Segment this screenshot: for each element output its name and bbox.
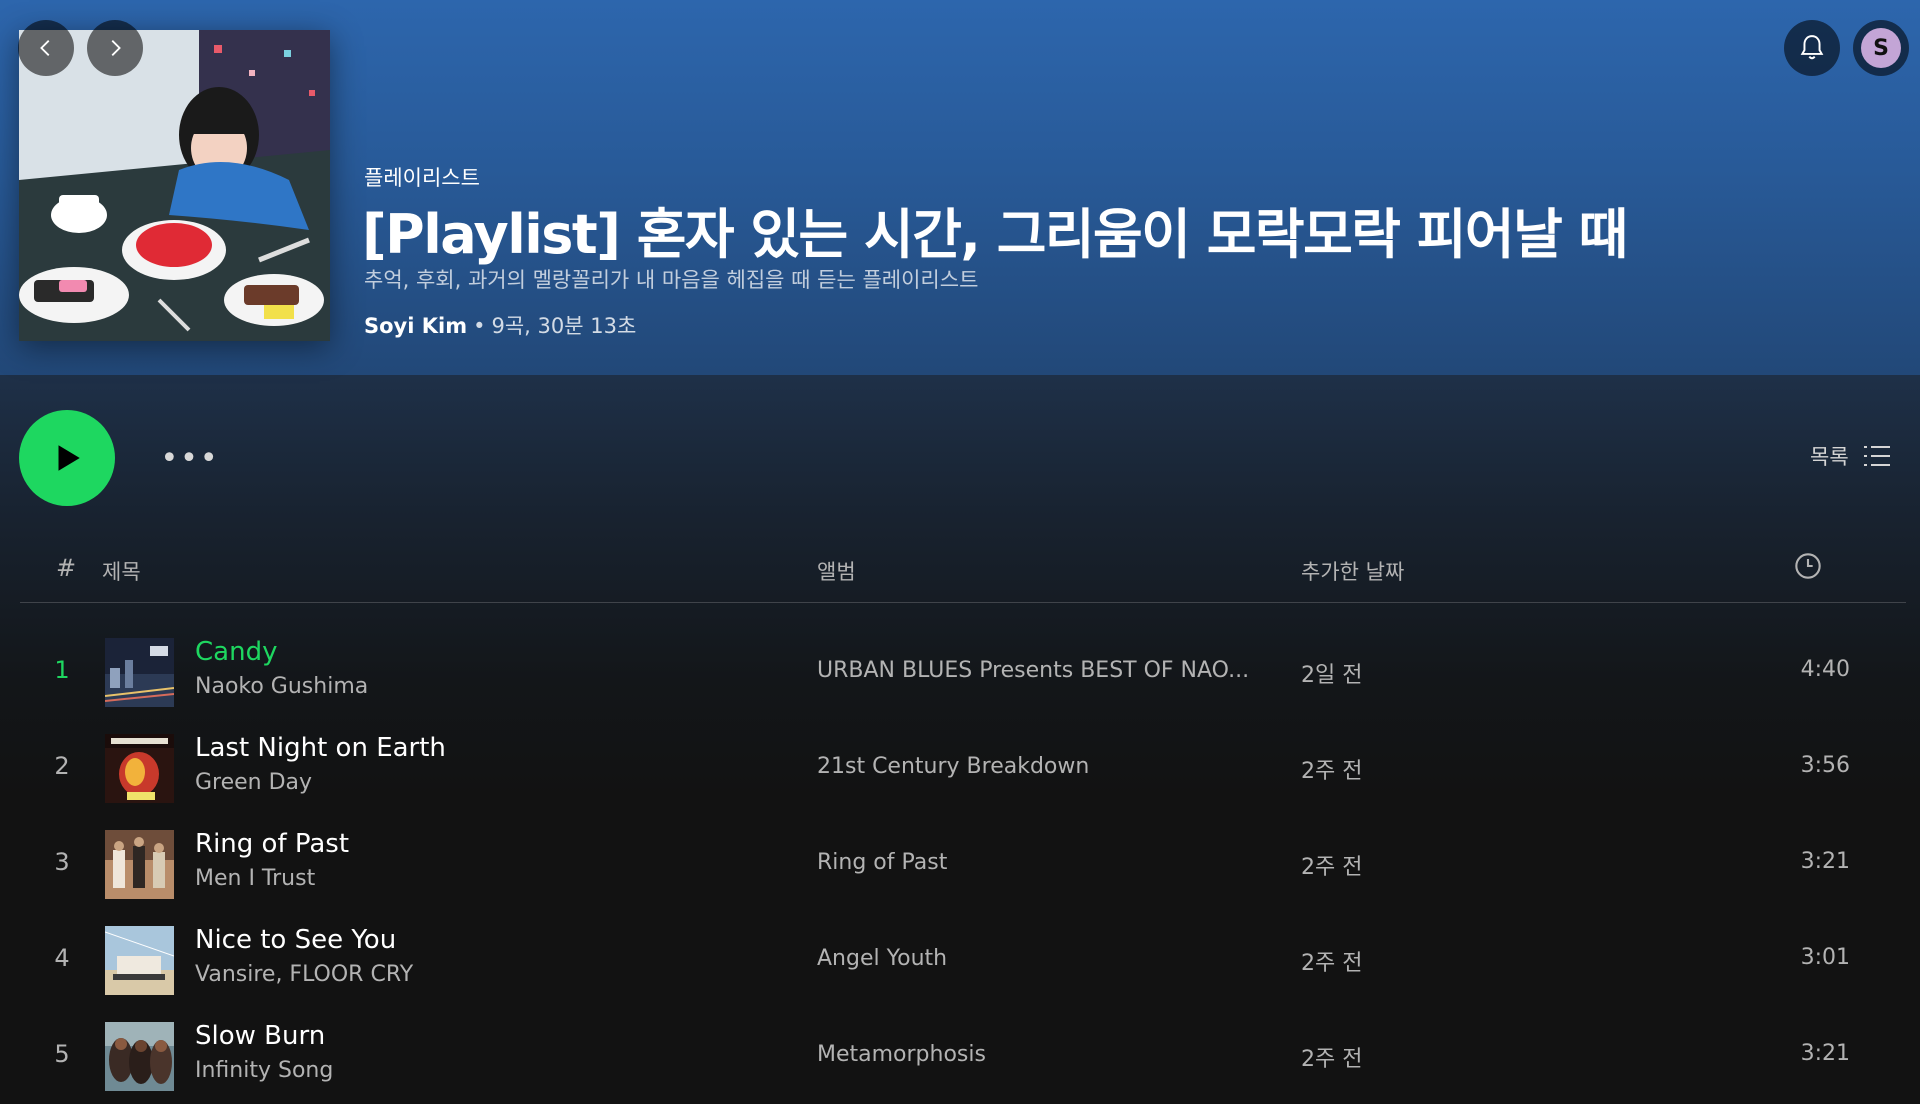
playlist-header: S 플레이리스트 [Playlist] 혼자 있는 시간, 그리움이 모락모락 … [0,0,1920,375]
play-button[interactable] [19,410,115,506]
column-header-date-added[interactable]: 추가한 날짜 [1301,556,1404,586]
bell-icon [1800,35,1824,60]
table-row[interactable]: 3 Ring of Past Men I Trust Ring of Past … [20,818,1906,914]
chevron-right-icon [111,40,121,56]
column-header-title[interactable]: 제목 [102,556,141,586]
track-title-link[interactable]: Ring of Past [195,829,349,859]
playlist-type-label: 플레이리스트 [364,166,480,190]
track-number: 1 [54,656,70,684]
column-header-number: # [56,554,77,582]
track-number: 3 [54,848,70,876]
table-row[interactable]: 2 Last Night on Earth Green Day 21st Cen… [20,722,1906,818]
track-date-added: 2주 전 [1301,951,1363,976]
playlist-description: 추억, 후회, 과거의 멜랑꼴리가 내 마음을 헤집을 때 듣는 플레이리스트 [364,268,979,292]
track-title-link[interactable]: Slow Burn [195,1021,325,1051]
track-duration: 3:21 [1800,849,1850,874]
user-menu-button[interactable]: S [1853,20,1909,76]
track-date-added: 2주 전 [1301,1047,1363,1072]
track-album-link[interactable]: Ring of Past [817,850,1287,875]
table-row[interactable]: 4 Nice to See You Vansire, FLOOR CRY Ang… [20,914,1906,1010]
track-duration: 3:56 [1800,753,1850,778]
track-title-link[interactable]: Last Night on Earth [195,733,446,763]
track-artist-link[interactable]: Green Day [195,770,312,795]
list-icon [1863,446,1890,466]
track-artist-link[interactable]: Infinity Song [195,1058,333,1083]
column-header-album[interactable]: 앨범 [817,556,856,586]
track-album-link[interactable]: Metamorphosis [817,1042,1287,1067]
track-title-link[interactable]: Candy [195,637,277,667]
track-number: 5 [54,1040,70,1068]
play-icon [58,445,80,471]
table-row[interactable]: 1 Candy Naoko Gushima URBAN BLUES Presen… [20,626,1906,722]
playlist-stats: 9곡, 30분 13초 [491,314,637,338]
forward-button[interactable] [87,20,143,76]
track-album-art [105,830,174,899]
playlist-page: S 플레이리스트 [Playlist] 혼자 있는 시간, 그리움이 모락모락 … [0,0,1920,1104]
track-album-link[interactable]: Angel Youth [817,946,1287,971]
column-header-duration[interactable] [1794,552,1822,585]
track-date-added: 2주 전 [1301,855,1363,880]
meta-separator: • [473,314,486,338]
track-title-link[interactable]: Nice to See You [195,925,396,955]
view-toggle-label: 목록 [1810,445,1849,469]
chevron-left-icon [40,40,50,56]
track-artist-link[interactable]: Naoko Gushima [195,674,368,699]
back-button[interactable] [18,20,74,76]
tracklist-header: # 제목 앨범 추가한 날짜 [20,548,1906,603]
track-date-added: 2주 전 [1301,759,1363,784]
track-album-link[interactable]: 21st Century Breakdown [817,754,1287,779]
table-row[interactable]: 5 Slow Burn Infinity Song Metamorphosis … [20,1010,1906,1104]
track-album-art [105,1022,174,1091]
track-duration: 3:21 [1800,1041,1850,1066]
track-date-added: 2일 전 [1301,663,1363,688]
clock-icon [1795,553,1821,579]
track-number: 4 [54,944,70,972]
playlist-meta: Soyi Kim • 9곡, 30분 13초 [364,310,636,340]
playlist-owner-link[interactable]: Soyi Kim [364,314,467,338]
track-album-art [105,926,174,995]
track-album-link[interactable]: URBAN BLUES Presents BEST OF NAO... [817,658,1287,683]
more-options-button[interactable]: ••• [160,440,217,476]
track-album-art [105,734,174,803]
notifications-button[interactable] [1784,20,1840,76]
playlist-cover-art [19,30,330,341]
track-duration: 3:01 [1800,945,1850,970]
avatar: S [1861,28,1901,68]
track-artist-link[interactable]: Vansire, FLOOR CRY [195,962,413,987]
view-toggle-button[interactable]: 목록 [1810,441,1891,471]
page-title: [Playlist] 혼자 있는 시간, 그리움이 모락모락 피어날 때 [362,203,1628,266]
track-album-art [105,638,174,707]
track-duration: 4:40 [1800,657,1850,682]
more-horizontal-icon: ••• [160,440,220,476]
track-artist-link[interactable]: Men I Trust [195,866,315,891]
track-number: 2 [54,752,70,780]
